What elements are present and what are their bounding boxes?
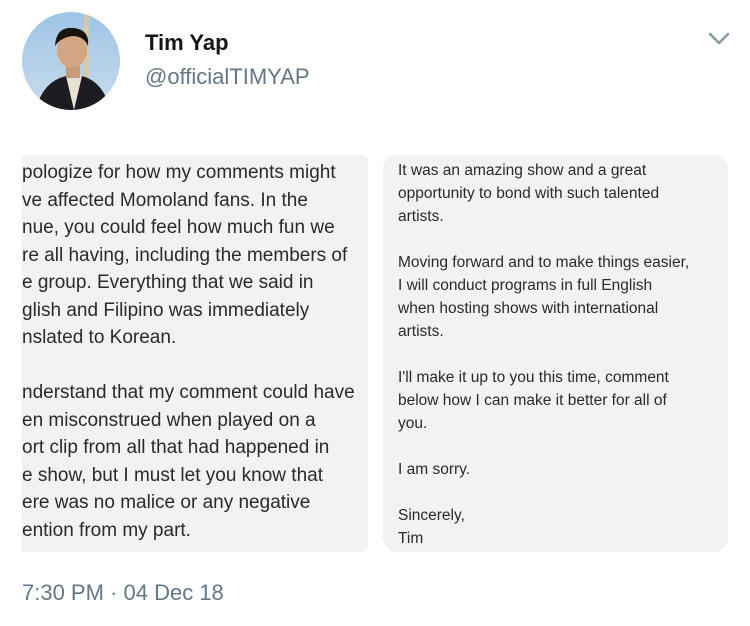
statement-line: Moving forward and to make things easier… — [398, 254, 690, 271]
statement-line: ve affected Momoland fans. In the — [22, 189, 308, 211]
author-handle[interactable]: @officialTIMYAP — [145, 64, 310, 90]
statement-line: Sincerely, — [398, 507, 465, 524]
statement-image-left[interactable]: pologize for how my comments might ve af… — [22, 155, 368, 552]
avatar[interactable] — [22, 12, 120, 110]
tweet-header: Tim Yap @officialTIMYAP — [0, 0, 750, 130]
statement-line: nue, you could feel how much fun we — [22, 217, 335, 238]
statement-line: I am sorry. — [398, 461, 471, 478]
statement-line: pologize for how my comments might — [22, 162, 336, 183]
tweet-timestamp[interactable]: 7:30 PM · 04 Dec 18 — [22, 580, 224, 606]
statement-text-right: It was an amazing show and a great oppor… — [398, 159, 689, 550]
chevron-down-icon[interactable] — [702, 26, 736, 52]
statement-line: Tim — [398, 530, 424, 547]
statement-image-right[interactable]: It was an amazing show and a great oppor… — [383, 155, 728, 552]
statement-line: opportunity to bond with such talented — [398, 185, 660, 202]
statement-line: nderstand that my comment could have — [22, 382, 355, 403]
statement-line: I'll make it up to you this time, commen… — [398, 369, 669, 386]
statement-line: e group. Everything that we said in — [22, 272, 314, 293]
author-name[interactable]: Tim Yap — [145, 30, 229, 56]
statement-line: ort clip from all that had happened in — [22, 437, 330, 458]
statement-line: en misconstrued when played on a — [22, 409, 316, 431]
statement-line: glish and Filipino was immediately — [22, 299, 310, 321]
statement-line: when hosting shows with international — [398, 300, 659, 317]
statement-line: I will conduct programs in full English — [398, 277, 653, 294]
statement-line: nslated to Korean. — [22, 327, 177, 348]
statement-line: artists. — [398, 208, 444, 225]
statement-line: ention from my part. — [22, 519, 191, 541]
statement-line: artists. — [398, 323, 444, 340]
statement-line: below how I can make it better for all o… — [398, 392, 667, 409]
statement-line: re all having, including the members of — [22, 244, 348, 266]
statement-line: you. — [398, 415, 428, 432]
statement-line: e show, but I must let you know that — [22, 464, 323, 486]
statement-text-left: pologize for how my comments might ve af… — [22, 159, 355, 544]
avatar-image — [22, 12, 120, 110]
statement-line: It was an amazing show and a great — [398, 162, 647, 179]
statement-line: ere was no malice or any negative — [22, 492, 311, 513]
